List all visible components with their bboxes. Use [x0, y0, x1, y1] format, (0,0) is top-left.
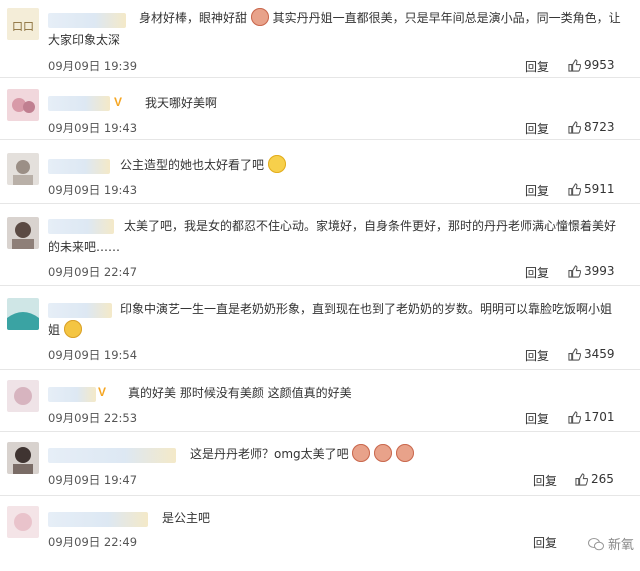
username[interactable]	[48, 219, 114, 234]
comment-text: 我天哪好美啊	[145, 96, 218, 110]
username[interactable]	[48, 448, 176, 463]
avatar-image-icon	[7, 153, 39, 185]
emoji-smile-icon	[267, 155, 286, 173]
avatar-image-icon	[7, 89, 39, 121]
comment-item: 太美了吧，我是女的都忍不住心动。家境好，自身条件更好，那时的丹丹老师满心憧憬着美…	[0, 204, 640, 286]
like-count: 1701	[584, 410, 615, 424]
comment-text: 身材好棒，眼神好甜 其实丹丹姐一直都很美，只是早年间总是演小品，同一类角色，让	[139, 7, 634, 29]
verified-badge: V	[114, 95, 123, 109]
thumbs-up-icon	[568, 411, 582, 424]
watermark-text: 新氧	[607, 538, 634, 553]
reply-button[interactable]: 回复	[533, 472, 557, 489]
svg-text:口口: 口口	[12, 21, 34, 33]
comment-text-part1: 身材好棒，眼神好甜	[139, 11, 248, 25]
emoji-girl-icon	[352, 444, 371, 462]
comment-datetime: 09月09日 22:49	[48, 535, 138, 549]
reply-button[interactable]: 回复	[525, 58, 549, 75]
like-button[interactable]: 5911	[568, 182, 615, 196]
avatar[interactable]	[7, 506, 39, 538]
username[interactable]	[48, 96, 110, 111]
comment-text-line2: 姐	[48, 319, 82, 341]
comment-text-part2: 其实丹丹姐一直都很美，只是早年间总是演小品，同一类角色，让	[272, 11, 621, 25]
emoji-laugh-icon	[63, 320, 82, 338]
comment-datetime: 09月09日 19:43	[48, 121, 138, 135]
comment-datetime: 09月09日 19:43	[48, 183, 138, 197]
reply-button[interactable]: 回复	[525, 347, 549, 364]
avatar[interactable]: 口口	[7, 8, 39, 40]
comment-text-line2-body: 姐	[48, 323, 61, 337]
reply-button[interactable]: 回复	[525, 182, 549, 199]
verified-badge: V	[98, 385, 107, 399]
avatar[interactable]	[7, 153, 39, 185]
like-button[interactable]: 3459	[568, 347, 615, 361]
like-count: 8723	[584, 120, 615, 134]
like-button[interactable]: 9953	[568, 58, 615, 72]
avatar[interactable]	[7, 442, 39, 474]
comment-item: 公主造型的她也太好看了吧 09月09日 19:43 回复 5911	[0, 140, 640, 204]
reply-button[interactable]: 回复	[525, 410, 549, 427]
like-count: 3993	[584, 264, 615, 278]
emoji-girl-icon	[250, 8, 269, 26]
comment-item: V 我天哪好美啊 09月09日 19:43 回复 8723	[0, 78, 640, 140]
comment-item: 口口 身材好棒，眼神好甜 其实丹丹姐一直都很美，只是早年间总是演小品，同一类角色…	[0, 0, 640, 78]
comment-text-body: 这是丹丹老师？omg太美了吧	[190, 447, 349, 461]
comment-list: 口口 身材好棒，眼神好甜 其实丹丹姐一直都很美，只是早年间总是演小品，同一类角色…	[0, 0, 640, 571]
avatar-image-icon: 口口	[7, 8, 39, 40]
like-button[interactable]: 265	[575, 472, 614, 486]
thumbs-up-icon	[568, 183, 582, 196]
comment-datetime: 09月09日 19:54	[48, 348, 138, 362]
like-button[interactable]: 3993	[568, 264, 615, 278]
wechat-icon	[587, 538, 604, 551]
comment-text-line2: 大家印象太深	[48, 33, 121, 47]
thumbs-up-icon	[568, 265, 582, 278]
comment-datetime: 09月09日 22:47	[48, 265, 138, 279]
emoji-girl-icon	[396, 444, 415, 462]
avatar-image-icon	[7, 217, 39, 249]
comment-item: 这是丹丹老师？omg太美了吧 09月09日 19:47 回复 265	[0, 432, 640, 496]
username[interactable]	[48, 13, 126, 28]
comment-text: 印象中演艺一生一直是老奶奶形象，直到现在也到了老奶奶的岁数。明明可以靠脸吃饭啊小…	[120, 302, 613, 316]
username[interactable]	[48, 303, 112, 318]
watermark: 新氧	[587, 534, 634, 553]
thumbs-up-icon	[568, 348, 582, 361]
username[interactable]	[48, 387, 96, 402]
comment-text-body: 公主造型的她也太好看了吧	[120, 158, 265, 172]
comment-text: 公主造型的她也太好看了吧	[120, 154, 286, 176]
avatar[interactable]	[7, 298, 39, 330]
reply-button[interactable]: 回复	[525, 120, 549, 137]
comment-text-line2: 的未来吧……	[48, 240, 121, 254]
avatar[interactable]	[7, 89, 39, 121]
comment-datetime: 09月09日 19:47	[48, 473, 138, 487]
comment-text: 真的好美 那时候没有美颜 这颜值真的好美	[128, 386, 352, 400]
like-button[interactable]: 8723	[568, 120, 615, 134]
avatar[interactable]	[7, 217, 39, 249]
avatar-image-icon	[7, 380, 39, 412]
avatar[interactable]	[7, 380, 39, 412]
like-count: 5911	[584, 182, 615, 196]
comment-text: 是公主吧	[162, 511, 211, 525]
comment-datetime: 09月09日 19:39	[48, 59, 138, 73]
like-count: 9953	[584, 58, 615, 72]
thumbs-up-icon	[568, 59, 582, 72]
comment-item: 印象中演艺一生一直是老奶奶形象，直到现在也到了老奶奶的岁数。明明可以靠脸吃饭啊小…	[0, 286, 640, 370]
username[interactable]	[48, 512, 148, 527]
thumbs-up-icon	[568, 121, 582, 134]
like-button[interactable]: 1701	[568, 410, 615, 424]
comment-item: 是公主吧 09月09日 22:49 回复	[0, 496, 640, 571]
thumbs-up-icon	[575, 473, 589, 486]
avatar-image-icon	[7, 442, 39, 474]
reply-button[interactable]: 回复	[533, 534, 557, 551]
avatar-image-icon	[7, 506, 39, 538]
comment-item: V 真的好美 那时候没有美颜 这颜值真的好美 09月09日 22:53 回复 1…	[0, 370, 640, 432]
comment-text: 这是丹丹老师？omg太美了吧	[190, 443, 415, 465]
comment-text: 太美了吧，我是女的都忍不住心动。家境好，自身条件更好，那时的丹丹老师满心憧憬着美…	[124, 219, 617, 233]
comment-datetime: 09月09日 22:53	[48, 411, 138, 425]
emoji-girl-icon	[374, 444, 393, 462]
avatar-image-icon	[7, 298, 39, 330]
username[interactable]	[48, 159, 110, 174]
like-count: 3459	[584, 347, 615, 361]
like-count: 265	[591, 472, 614, 486]
reply-button[interactable]: 回复	[525, 264, 549, 281]
